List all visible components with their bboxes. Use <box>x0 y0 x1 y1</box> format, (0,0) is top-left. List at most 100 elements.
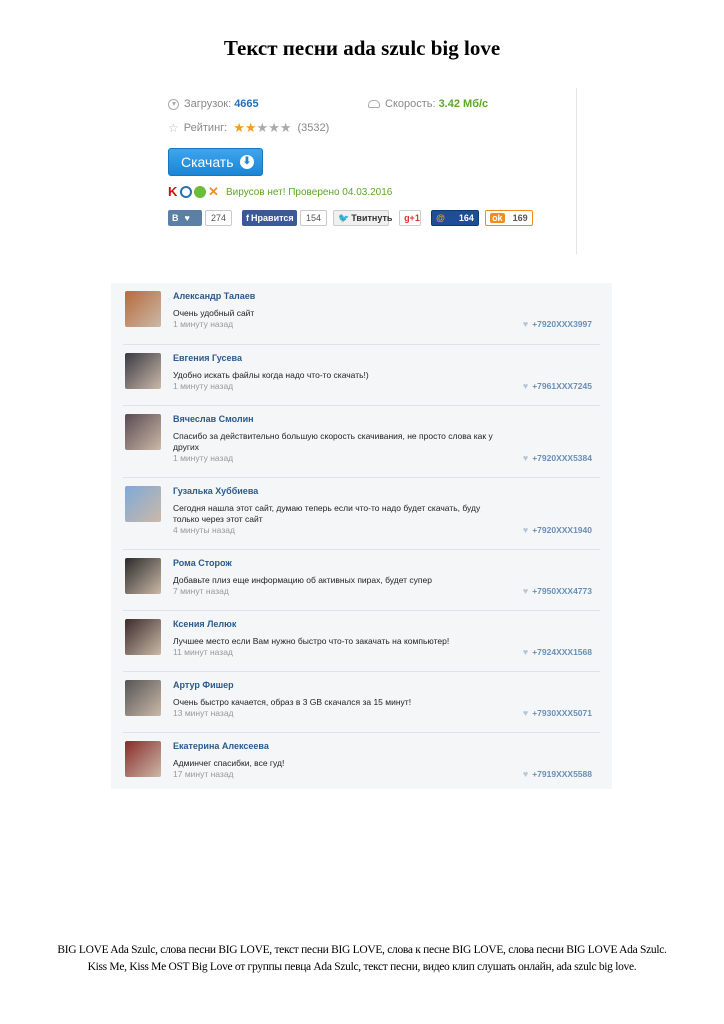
mailru-count: 164 <box>458 213 474 223</box>
comment-text: Очень быстро качается, образ в 3 GB скач… <box>173 697 412 707</box>
comment-phone: ♥ +7919XXX5588 <box>523 769 592 779</box>
mailru-button[interactable]: @ 164 <box>431 210 480 226</box>
comment-phone: ♥ +7924XXX1568 <box>523 647 592 657</box>
comment-time: 4 минуты назад <box>173 525 235 535</box>
comment-phone: ♥ +7961XXX7245 <box>523 381 592 391</box>
google-plus-button[interactable]: g+1 <box>399 210 422 226</box>
star-outline-icon: ☆ <box>168 121 179 135</box>
comment-author[interactable]: Екатерина Алексеева <box>173 741 269 751</box>
facebook-like-button[interactable]: f Нравится <box>242 210 298 226</box>
footer-text: BIG LOVE Ada Szulc, слова песни BIG LOVE… <box>20 942 704 976</box>
twitter-button[interactable]: 🐦 Твитнуть <box>333 210 393 226</box>
download-arrow-icon: ⬇ <box>240 155 254 169</box>
comment-text: Сегодня нашла этот сайт, думаю теперь ес… <box>173 503 481 524</box>
comment-text: Удобно искать файлы когда надо что-то ск… <box>173 370 369 380</box>
download-count-icon <box>168 98 179 110</box>
eset-icon <box>180 186 192 198</box>
comment-author[interactable]: Гузалька Хуббиева <box>173 486 258 496</box>
star-empty-icon[interactable]: ★ <box>257 120 269 135</box>
heart-icon[interactable]: ♥ <box>523 647 528 657</box>
download-button[interactable]: Скачать ⬇ <box>168 148 263 176</box>
downloads-value: 4665 <box>234 98 259 110</box>
heart-icon: ♥ <box>184 213 190 223</box>
comment-author[interactable]: Евгения Гусева <box>173 353 242 363</box>
comment-text: Лучшее место если Вам нужно быстро что-т… <box>173 636 450 646</box>
vk-count: 274 <box>205 210 233 226</box>
footer-line-1: BIG LOVE Ada Szulc, слова песни BIG LOVE… <box>57 944 667 956</box>
star-empty-icon[interactable]: ★ <box>268 120 280 135</box>
facebook-icon: f <box>246 213 250 223</box>
avatar[interactable] <box>125 353 161 389</box>
comment-author[interactable]: Александр Талаев <box>173 291 255 301</box>
star-empty-icon[interactable]: ★ <box>280 120 292 135</box>
comment-phone: ♥ +7950XXX4773 <box>523 586 592 596</box>
comment-time: 13 минут назад <box>173 708 234 718</box>
cloud-icon <box>368 100 380 108</box>
mailru-icon: @ <box>436 213 445 223</box>
antivirus-status: Вирусов нет! Проверено 04.03.2016 <box>226 186 393 198</box>
comment-text: Очень удобный сайт <box>173 308 255 318</box>
odnoklassniki-button[interactable]: ok 169 <box>485 210 534 226</box>
comment-phone-number: +7961XXX7245 <box>532 381 592 391</box>
comment-item: Гузалька Хуббиева Сегодня нашла этот сайт… <box>111 478 612 550</box>
avatar[interactable] <box>125 558 161 594</box>
comments-list: Александр Талаев Очень удобный сайт 1 мину… <box>111 283 612 789</box>
comment-author[interactable]: Артур Фишер <box>173 680 234 690</box>
comment-item: Ксения Лелюк Лучшее место если Вам нужно … <box>111 611 612 672</box>
vk-share-button[interactable]: В ♥ <box>168 210 202 226</box>
comment-phone-number: +7920XXX3997 <box>532 319 592 329</box>
heart-icon[interactable]: ♥ <box>523 453 528 463</box>
share-row: В ♥ 274 f Нравится 154 🐦 Твитнуть g+1 @ … <box>168 210 534 226</box>
avatar[interactable] <box>125 619 161 655</box>
speed-label: Скорость: <box>385 98 436 110</box>
rating-count: (3532) <box>297 122 330 134</box>
star-filled-icon[interactable]: ★ <box>233 120 245 135</box>
rating-label: Рейтинг: <box>183 122 228 134</box>
comment-time: 7 минут назад <box>173 586 229 596</box>
heart-icon[interactable]: ♥ <box>523 586 528 596</box>
vk-label: В <box>172 213 179 223</box>
comment-item: Вячеслав Смолин Спасибо за действительно … <box>111 406 612 478</box>
heart-icon[interactable]: ♥ <box>523 319 528 329</box>
antivirus-row: K ✕ Вирусов нет! Проверено 04.03.2016 <box>168 184 393 199</box>
comment-text: Спасибо за действительно большую скорост… <box>173 431 493 452</box>
comment-phone-number: +7920XXX5384 <box>532 453 592 463</box>
rating-stars[interactable]: ★★★★★ <box>233 120 291 136</box>
kaspersky-icon: K <box>168 184 178 199</box>
avg-icon <box>194 186 206 198</box>
speed-value: 3.42 Мб/с <box>438 98 489 110</box>
comment-phone-number: +7950XXX4773 <box>532 586 592 596</box>
comment-phone: ♥ +7920XXX1940 <box>523 525 592 535</box>
comment-phone: ♥ +7930XXX5071 <box>523 708 592 718</box>
avast-icon: ✕ <box>208 184 219 199</box>
avatar[interactable] <box>125 486 161 522</box>
comment-author[interactable]: Вячеслав Смолин <box>173 414 254 424</box>
comment-item: Артур Фишер Очень быстро качается, образ … <box>111 672 612 733</box>
comment-phone: ♥ +7920XXX5384 <box>523 453 592 463</box>
downloads-label: Загрузок: <box>184 98 232 110</box>
star-filled-icon[interactable]: ★ <box>245 120 257 135</box>
avatar[interactable] <box>125 414 161 450</box>
downloads-row: Загрузок: 4665 <box>168 98 259 110</box>
comment-phone-number: +7930XXX5071 <box>532 708 592 718</box>
speed-row: Скорость: 3.42 Мб/с <box>368 98 488 110</box>
heart-icon[interactable]: ♥ <box>523 381 528 391</box>
twitter-label: Твитнуть <box>351 213 393 223</box>
comment-phone-number: +7919XXX5588 <box>532 769 592 779</box>
comment-text: Админчег спасибки, все гуд! <box>173 758 285 768</box>
rating-row: ☆ Рейтинг: ★★★★★ (3532) <box>168 120 329 136</box>
heart-icon[interactable]: ♥ <box>523 708 528 718</box>
avatar[interactable] <box>125 741 161 777</box>
comment-author[interactable]: Ксения Лелюк <box>173 619 236 629</box>
comment-author[interactable]: Рома Сторож <box>173 558 232 568</box>
facebook-count: 154 <box>300 210 328 226</box>
comment-text: Добавьте плиз еще информацию об активных… <box>173 575 432 585</box>
comment-time: 1 минуту назад <box>173 453 234 463</box>
heart-icon[interactable]: ♥ <box>523 525 528 535</box>
page-title: Текст песни ada szulc big love <box>223 36 501 60</box>
avatar[interactable] <box>125 680 161 716</box>
avatar[interactable] <box>125 291 161 327</box>
heart-icon[interactable]: ♥ <box>523 769 528 779</box>
comment-time: 1 минуту назад <box>173 381 234 391</box>
comment-time: 11 минут назад <box>173 647 233 657</box>
